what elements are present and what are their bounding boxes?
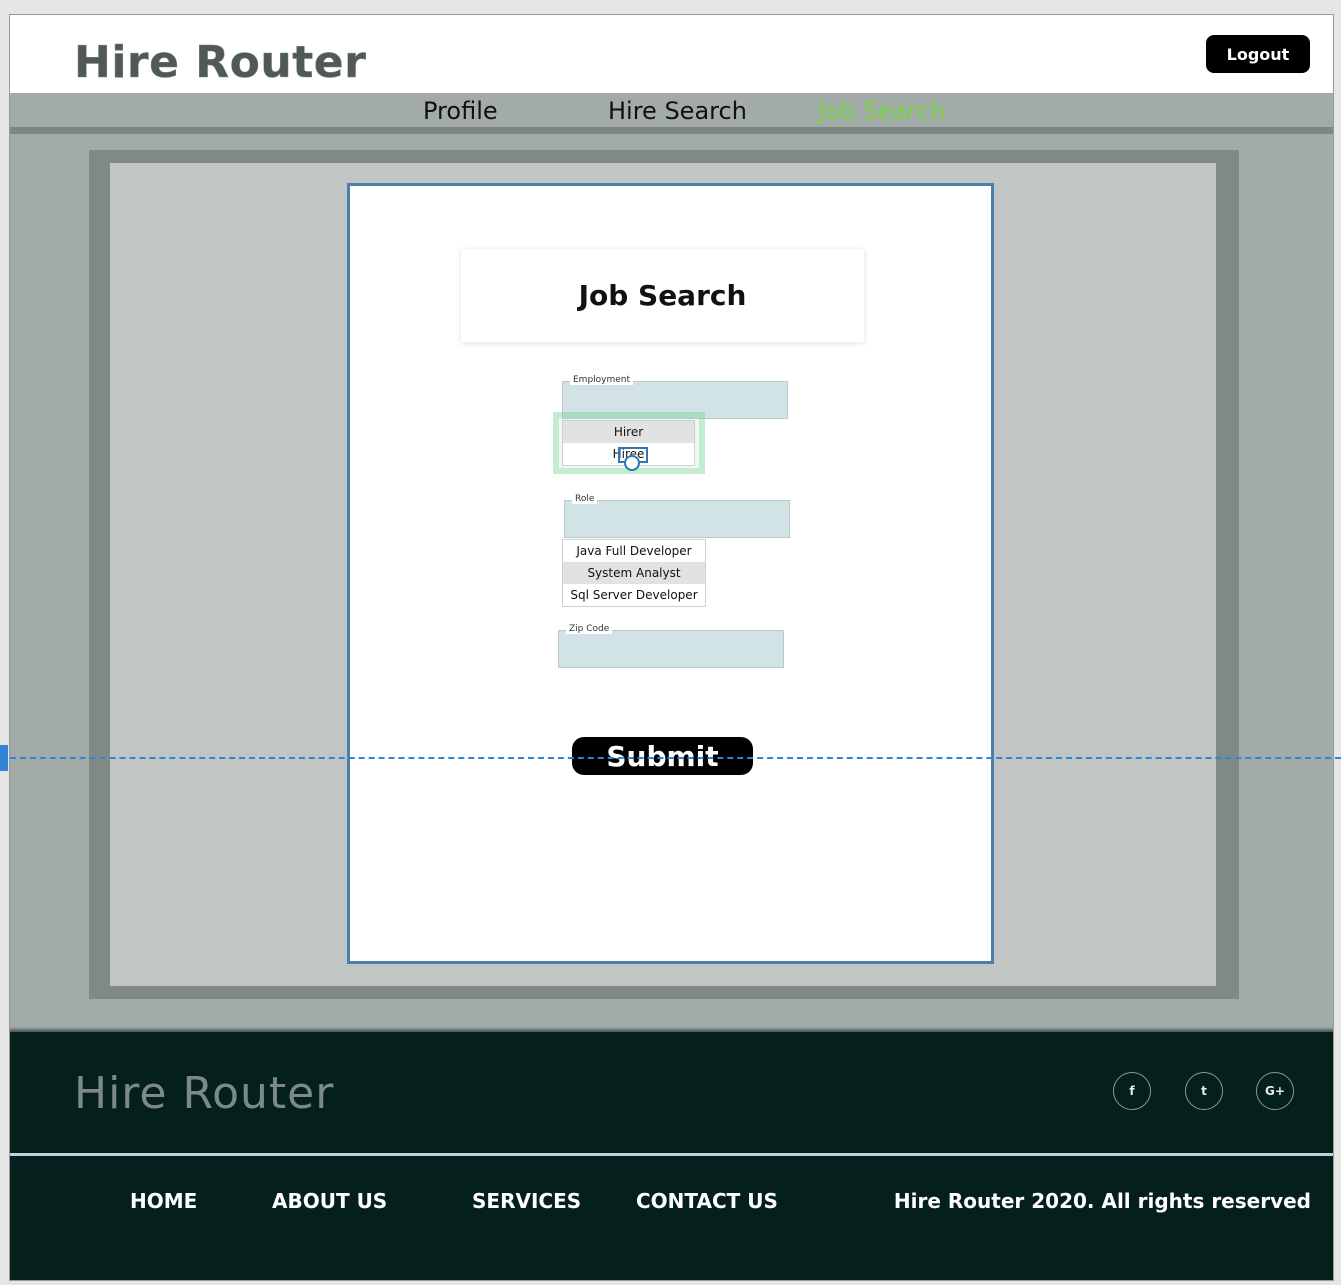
role-option-java-full-developer[interactable]: Java Full Developer [563, 540, 705, 562]
google-plus-icon[interactable]: G+ [1256, 1072, 1294, 1110]
footer-link-about-us[interactable]: ABOUT US [272, 1189, 387, 1213]
job-search-card: Job Search Employment Hirer Hiree Role J… [347, 183, 994, 964]
role-label: Role [572, 494, 598, 504]
footer-divider [10, 1153, 1333, 1156]
nav-item-profile[interactable]: Profile [423, 97, 498, 125]
role-dropdown: Java Full Developer System Analyst Sql S… [562, 539, 706, 607]
footer-link-home[interactable]: HOME [130, 1189, 197, 1213]
footer-brand: Hire Router [74, 1068, 335, 1119]
footer-link-contact-us[interactable]: CONTACT US [636, 1189, 778, 1213]
cursor-indicator-icon [624, 455, 640, 471]
copyright-text: Hire Router 2020. All rights reserved [893, 1189, 1311, 1213]
horizontal-guide-line[interactable] [0, 757, 1341, 759]
header: Hire Router Logout [10, 15, 1333, 93]
nav-item-job-search[interactable]: Job Search [818, 97, 945, 125]
role-select[interactable] [564, 500, 790, 538]
facebook-icon[interactable]: f [1113, 1072, 1151, 1110]
footer-link-services[interactable]: SERVICES [472, 1189, 581, 1213]
role-option-system-analyst[interactable]: System Analyst [563, 562, 705, 584]
logout-button[interactable]: Logout [1206, 35, 1310, 73]
employment-option-hirer[interactable]: Hirer [563, 421, 694, 443]
footer: Hire Router f t G+ HOME ABOUT US SERVICE… [10, 1032, 1333, 1280]
submit-button[interactable]: Submit [572, 737, 753, 775]
main-nav: Profile Hire Search Job Search [10, 93, 1333, 127]
brand-logo-text: Hire Router [74, 37, 367, 89]
guide-handle[interactable] [0, 745, 8, 771]
app-frame: Hire Router Logout Profile Hire Search J… [9, 14, 1334, 1281]
role-option-sql-server-developer[interactable]: Sql Server Developer [563, 584, 705, 606]
twitter-icon[interactable]: t [1185, 1072, 1223, 1110]
nav-item-hire-search[interactable]: Hire Search [608, 97, 747, 125]
zip-code-input[interactable] [558, 630, 784, 668]
zip-code-label: Zip Code [566, 624, 613, 634]
page-title: Job Search [461, 249, 864, 342]
nav-divider [10, 127, 1333, 134]
employment-label: Employment [570, 375, 634, 385]
